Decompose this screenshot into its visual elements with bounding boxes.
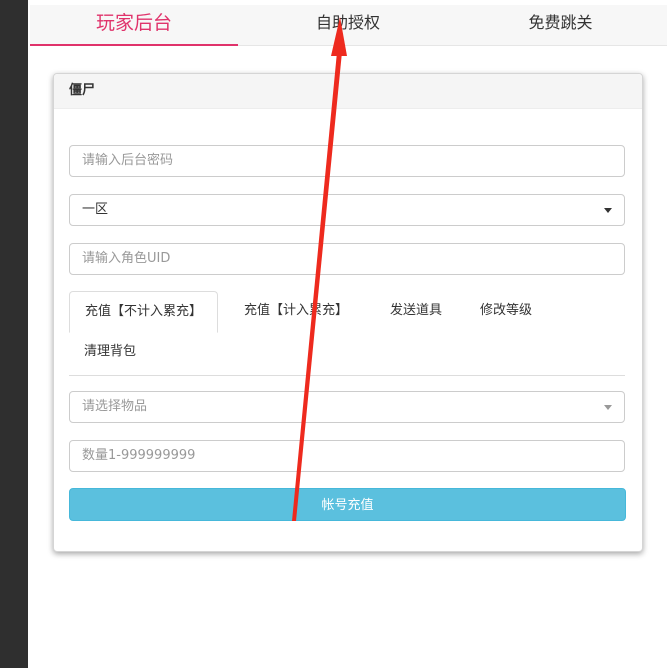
item-select-placeholder: 请选择物品 [82,399,148,414]
account-recharge-button[interactable]: 帐号充值 [69,488,626,521]
tab-recharge-no-accumulate[interactable]: 充值【不计入累充】 [69,291,219,333]
panel-title: 僵尸 [54,74,642,109]
top-tab-bar: 玩家后台 自助授权 免费跳关 [30,5,667,46]
tab-self-authorize[interactable]: 自助授权 [242,5,454,45]
quantity-field[interactable] [69,440,625,472]
uid-input[interactable] [82,244,612,273]
password-field[interactable] [69,145,625,177]
tab-clear-bag[interactable]: 清理背包 [69,332,151,372]
tab-player-backend[interactable]: 玩家后台 [30,5,238,46]
tab-modify-level[interactable]: 修改等级 [465,291,547,331]
action-tabs: 充值【不计入累充】 充值【计入累充】 发送道具 修改等级 清理背包 [69,291,625,376]
server-select[interactable]: 一区 [69,194,625,226]
quantity-input[interactable] [82,441,612,470]
recharge-panel: 僵尸 一区 充值【不计入累充】 充值【计入累充】 发送道具 修改等级 清理背包 … [53,73,643,552]
tab-free-skip-level[interactable]: 免费跳关 [454,5,667,45]
item-select[interactable]: 请选择物品 [69,391,625,423]
server-select-value: 一区 [82,202,109,217]
tab-recharge-accumulate[interactable]: 充值【计入累充】 [229,291,363,331]
password-input[interactable] [82,146,612,175]
left-sidebar [0,0,28,668]
tab-send-items[interactable]: 发送道具 [375,291,457,331]
caret-down-icon [604,208,612,213]
caret-down-icon [604,405,612,410]
uid-field[interactable] [69,243,625,275]
